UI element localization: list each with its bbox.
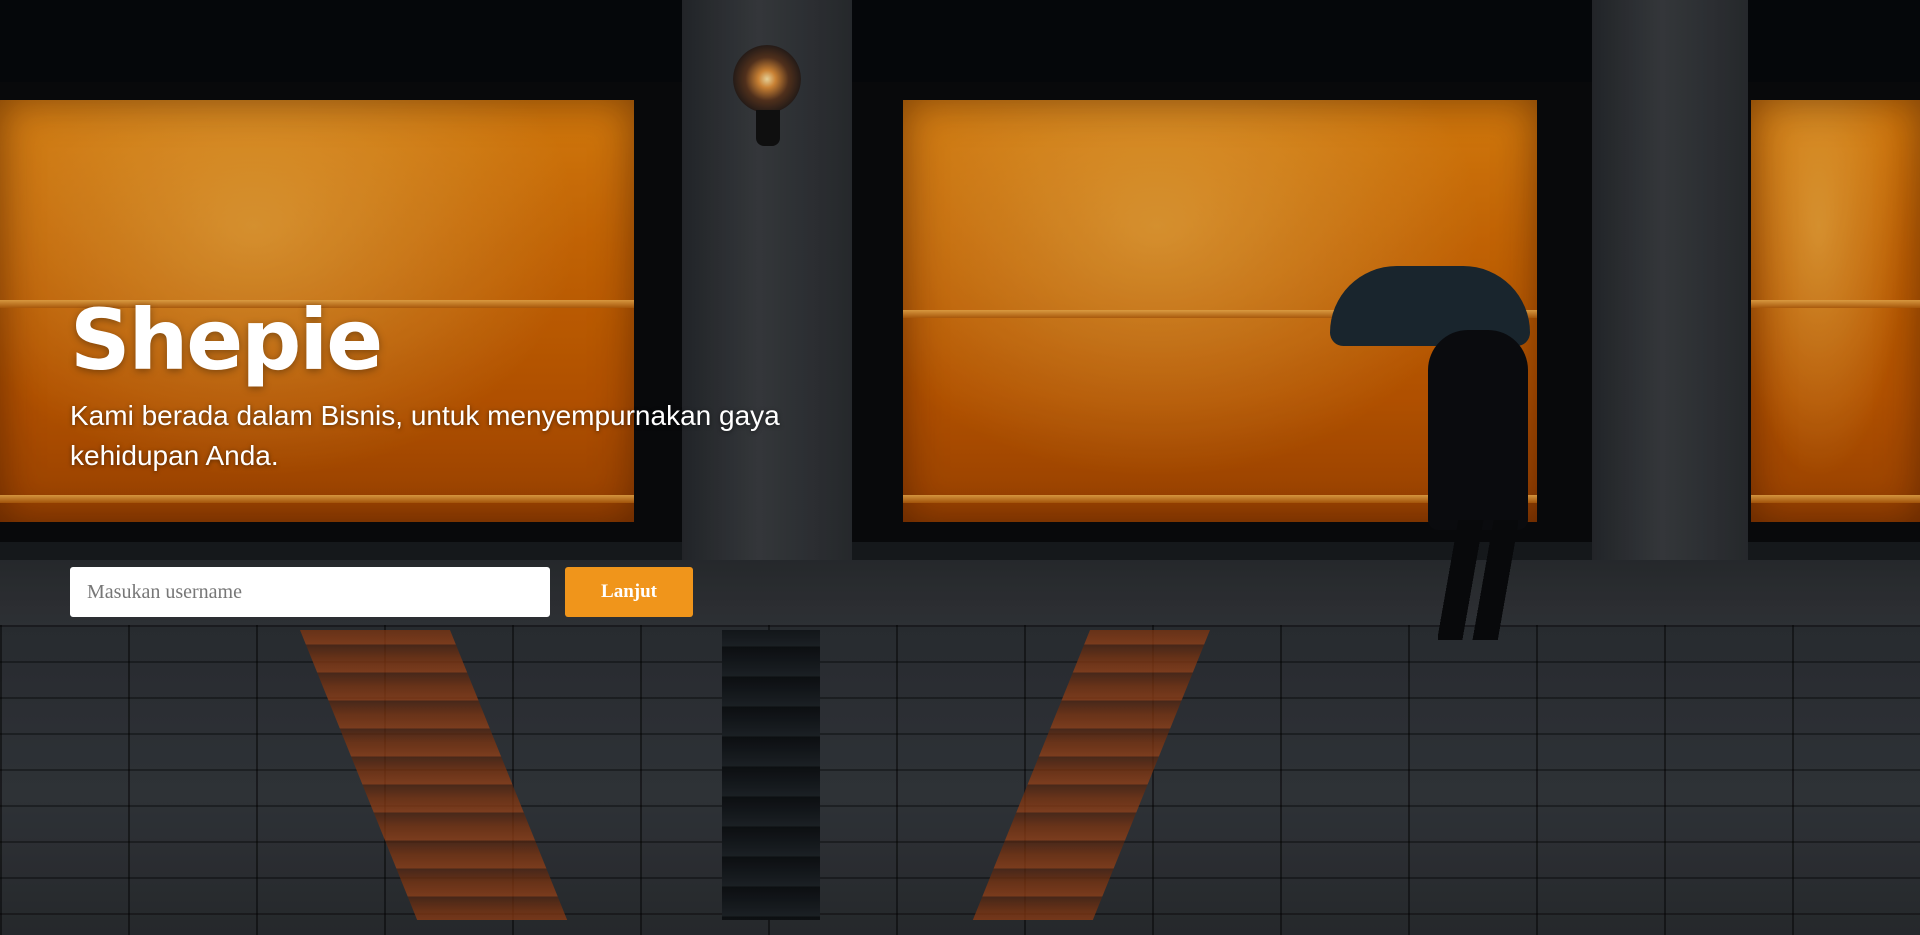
page: Shepie Kami berada dalam Bisnis, untuk m… bbox=[0, 0, 1920, 935]
username-form: Lanjut bbox=[70, 567, 693, 617]
username-input[interactable] bbox=[70, 567, 550, 617]
tagline: Kami berada dalam Bisnis, untuk menyempu… bbox=[70, 400, 780, 471]
brand-title: Shepie bbox=[70, 291, 383, 389]
next-button[interactable]: Lanjut bbox=[565, 567, 693, 617]
hero: Shepie Kami berada dalam Bisnis, untuk m… bbox=[70, 298, 970, 476]
